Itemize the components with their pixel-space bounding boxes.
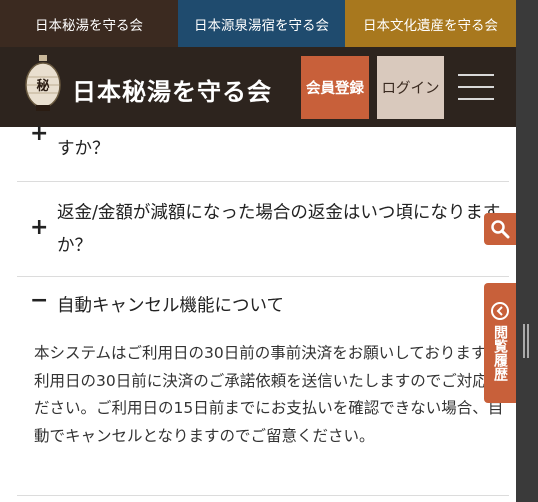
history-arrow-icon bbox=[491, 302, 509, 320]
lantern-logo-icon[interactable]: 秘 bbox=[22, 55, 64, 115]
register-button[interactable]: 会員登録 bbox=[301, 56, 369, 119]
faq-item-expanded[interactable]: − 自動キャンセル機能について 本システムはご利用日の30日前の事前決済をお願い… bbox=[17, 277, 509, 496]
search-tab[interactable] bbox=[484, 213, 516, 245]
faq-list: + すか？ + 返金/金額が減額になった場合の返金はいつ頃になりますか？ − 自… bbox=[17, 121, 509, 496]
search-icon bbox=[491, 220, 510, 239]
svg-text:秘: 秘 bbox=[36, 78, 49, 94]
brand-name[interactable]: 日本秘湯を守る会 bbox=[72, 72, 272, 107]
faq-question[interactable]: すか？ bbox=[17, 133, 509, 166]
tab-hito[interactable]: 日本秘湯を守る会 bbox=[0, 0, 178, 47]
faq-item[interactable]: + 返金/金額が減額になった場合の返金はいつ頃になりますか？ bbox=[17, 182, 509, 277]
hamburger-menu-icon[interactable] bbox=[458, 74, 494, 102]
association-tabs: 日本秘湯を守る会 日本源泉湯宿を守る会 日本文化遺産を守る会 bbox=[0, 0, 516, 47]
faq-item[interactable]: + すか？ bbox=[17, 121, 509, 182]
history-label: 閲覧履歴 bbox=[492, 325, 508, 381]
tab-gensen[interactable]: 日本源泉湯宿を守る会 bbox=[178, 0, 345, 47]
faq-question[interactable]: 返金/金額が減額になった場合の返金はいつ頃になりますか？ bbox=[17, 197, 509, 263]
faq-answer: 本システムはご利用日の30日前の事前決済をお願いしております。利用日の30日前に… bbox=[34, 344, 504, 445]
browsing-history-tab[interactable]: 閲覧履歴 bbox=[484, 283, 516, 403]
login-button[interactable]: ログイン bbox=[377, 56, 444, 119]
scrollbar-handle[interactable] bbox=[523, 324, 529, 358]
faq-question[interactable]: 自動キャンセル機能について bbox=[17, 290, 509, 323]
tab-bunka[interactable]: 日本文化遺産を守る会 bbox=[345, 0, 516, 47]
page: 日本秘湯を守る会 日本源泉湯宿を守る会 日本文化遺産を守る会 秘 日本秘湯を守る… bbox=[0, 0, 516, 502]
